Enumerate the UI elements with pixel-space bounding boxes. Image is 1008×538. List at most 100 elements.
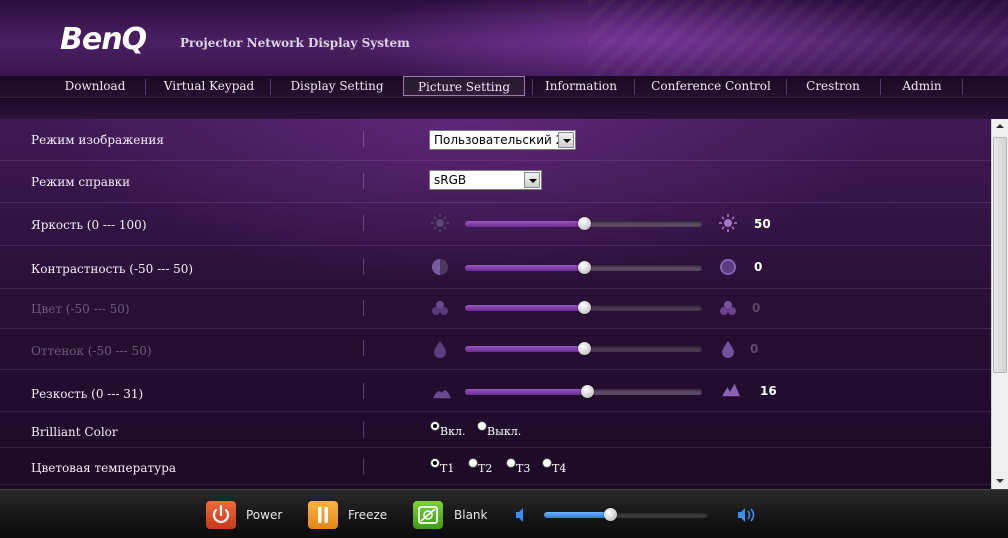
radio-button-checked[interactable]	[430, 458, 440, 468]
brightness-label: Яркость (0 --- 100)	[31, 218, 147, 232]
nav-divider	[880, 79, 881, 95]
header-pattern	[588, 0, 1008, 76]
color-temperature-label: Цветовая температура	[31, 461, 177, 475]
drop-low-icon	[434, 341, 446, 358]
column-divider	[363, 458, 364, 474]
sharpness-label: Резкость (0 --- 31)	[31, 387, 144, 401]
blank-screen-icon	[418, 506, 438, 524]
color-dots-high-icon	[720, 301, 736, 315]
color-slider	[465, 301, 702, 314]
volume-fill	[544, 512, 610, 518]
contrast-value: 0	[754, 260, 763, 274]
contrast-slider[interactable]	[465, 261, 702, 274]
blank-button[interactable]	[413, 501, 443, 529]
row-brilliant-color: Brilliant Color Вкл. Выкл.	[0, 412, 991, 448]
freeze-label: Freeze	[348, 508, 388, 522]
contrast-low-icon[interactable]	[431, 258, 449, 276]
color-temp-t3-label: T3	[516, 462, 531, 475]
sharpness-high-icon[interactable]	[722, 381, 740, 399]
brightness-slider[interactable]	[465, 217, 702, 230]
contrast-label: Контрастность (-50 --- 50)	[31, 262, 194, 276]
slider-fill	[465, 346, 584, 352]
vertical-scrollbar[interactable]	[991, 119, 1008, 489]
nav-divider	[962, 79, 963, 95]
row-color: Цвет (-50 --- 50) 0	[0, 289, 991, 329]
column-divider	[363, 300, 364, 316]
row-tint: Оттенок (-50 --- 50) 0	[0, 329, 991, 370]
color-temp-t1-label: T1	[440, 462, 455, 475]
column-divider	[363, 173, 364, 189]
brilliant-color-label: Brilliant Color	[31, 425, 118, 439]
picture-settings-panel: Режим изображения Пользовательский 2 Реж…	[0, 119, 991, 489]
tab-admin[interactable]: Admin	[884, 76, 960, 96]
row-reference-mode: Режим справки sRGB	[0, 161, 991, 203]
column-divider	[363, 258, 364, 274]
contrast-high-icon[interactable]	[719, 258, 737, 276]
chevron-down-icon	[558, 132, 574, 148]
row-contrast: Контрастность (-50 --- 50) 0	[0, 246, 991, 289]
column-divider	[363, 340, 364, 356]
radio-button[interactable]	[468, 458, 478, 468]
sun-bright-icon[interactable]	[719, 214, 737, 232]
volume-slider[interactable]	[544, 508, 708, 521]
header: BenQ Projector Network Display System	[0, 0, 1008, 76]
tab-virtual-keypad[interactable]: Virtual Keypad	[150, 76, 268, 96]
slider-fill	[465, 221, 584, 227]
radio-button[interactable]	[506, 458, 516, 468]
volume-up-icon[interactable]	[736, 506, 760, 524]
brilliant-color-off-label: Выкл.	[487, 425, 522, 438]
slider-thumb	[577, 342, 591, 355]
color-temp-t2-label: T2	[478, 462, 493, 475]
scroll-up-button[interactable]	[992, 119, 1008, 135]
column-divider	[363, 215, 364, 231]
nav-divider	[270, 79, 271, 95]
reference-mode-select[interactable]: sRGB	[429, 170, 542, 190]
volume-down-icon[interactable]	[514, 507, 528, 523]
reference-mode-value: sRGB	[434, 173, 467, 187]
brilliant-color-on-label: Вкл.	[440, 425, 466, 438]
volume-thumb[interactable]	[603, 508, 617, 521]
benq-logo: BenQ	[60, 22, 147, 57]
slider-thumb[interactable]	[577, 217, 591, 230]
slider-fill	[465, 389, 588, 395]
slider-thumb[interactable]	[577, 261, 591, 274]
tab-picture-setting[interactable]: Picture Setting	[403, 76, 525, 96]
sharpness-slider[interactable]	[465, 385, 702, 398]
row-picture-mode: Режим изображения Пользовательский 2	[0, 119, 991, 161]
reference-mode-label: Режим справки	[31, 175, 131, 189]
blank-label: Blank	[454, 508, 488, 522]
scrollbar-thumb[interactable]	[993, 137, 1007, 373]
row-sharpness: Резкость (0 --- 31) 16	[0, 370, 991, 412]
control-bar: Power Freeze Blank	[0, 489, 1008, 538]
radio-button[interactable]	[477, 421, 487, 431]
nav-divider	[145, 79, 146, 95]
slider-thumb[interactable]	[581, 385, 595, 398]
sharpness-low-icon[interactable]	[433, 383, 451, 401]
tab-crestron[interactable]: Crestron	[790, 76, 876, 96]
scroll-down-button[interactable]	[992, 473, 1008, 489]
column-divider	[363, 131, 364, 147]
slider-thumb	[577, 301, 591, 314]
tab-download[interactable]: Download	[52, 76, 138, 96]
sharpness-value: 16	[760, 384, 777, 398]
tab-conference-control[interactable]: Conference Control	[640, 76, 782, 96]
pause-icon	[318, 507, 328, 523]
tint-label: Оттенок (-50 --- 50)	[31, 344, 152, 358]
radio-button-checked[interactable]	[430, 421, 440, 431]
tab-information[interactable]: Information	[536, 76, 626, 96]
app-title: Projector Network Display System	[180, 36, 410, 50]
row-brightness: Яркость (0 --- 100) 50	[0, 203, 991, 246]
column-divider	[363, 422, 364, 438]
power-button[interactable]	[206, 501, 236, 529]
sun-dim-icon[interactable]	[431, 214, 449, 232]
color-value: 0	[752, 301, 761, 315]
picture-mode-value: Пользовательский 2	[434, 133, 564, 147]
radio-button[interactable]	[542, 458, 552, 468]
power-icon	[212, 504, 230, 523]
freeze-button[interactable]	[308, 501, 338, 529]
picture-mode-select[interactable]: Пользовательский 2	[429, 130, 576, 150]
brightness-value: 50	[754, 217, 771, 231]
color-dots-low-icon	[432, 301, 448, 315]
row-color-temperature: Цветовая температура T1 T2 T3 T4	[0, 448, 991, 485]
tab-display-setting[interactable]: Display Setting	[278, 76, 396, 96]
